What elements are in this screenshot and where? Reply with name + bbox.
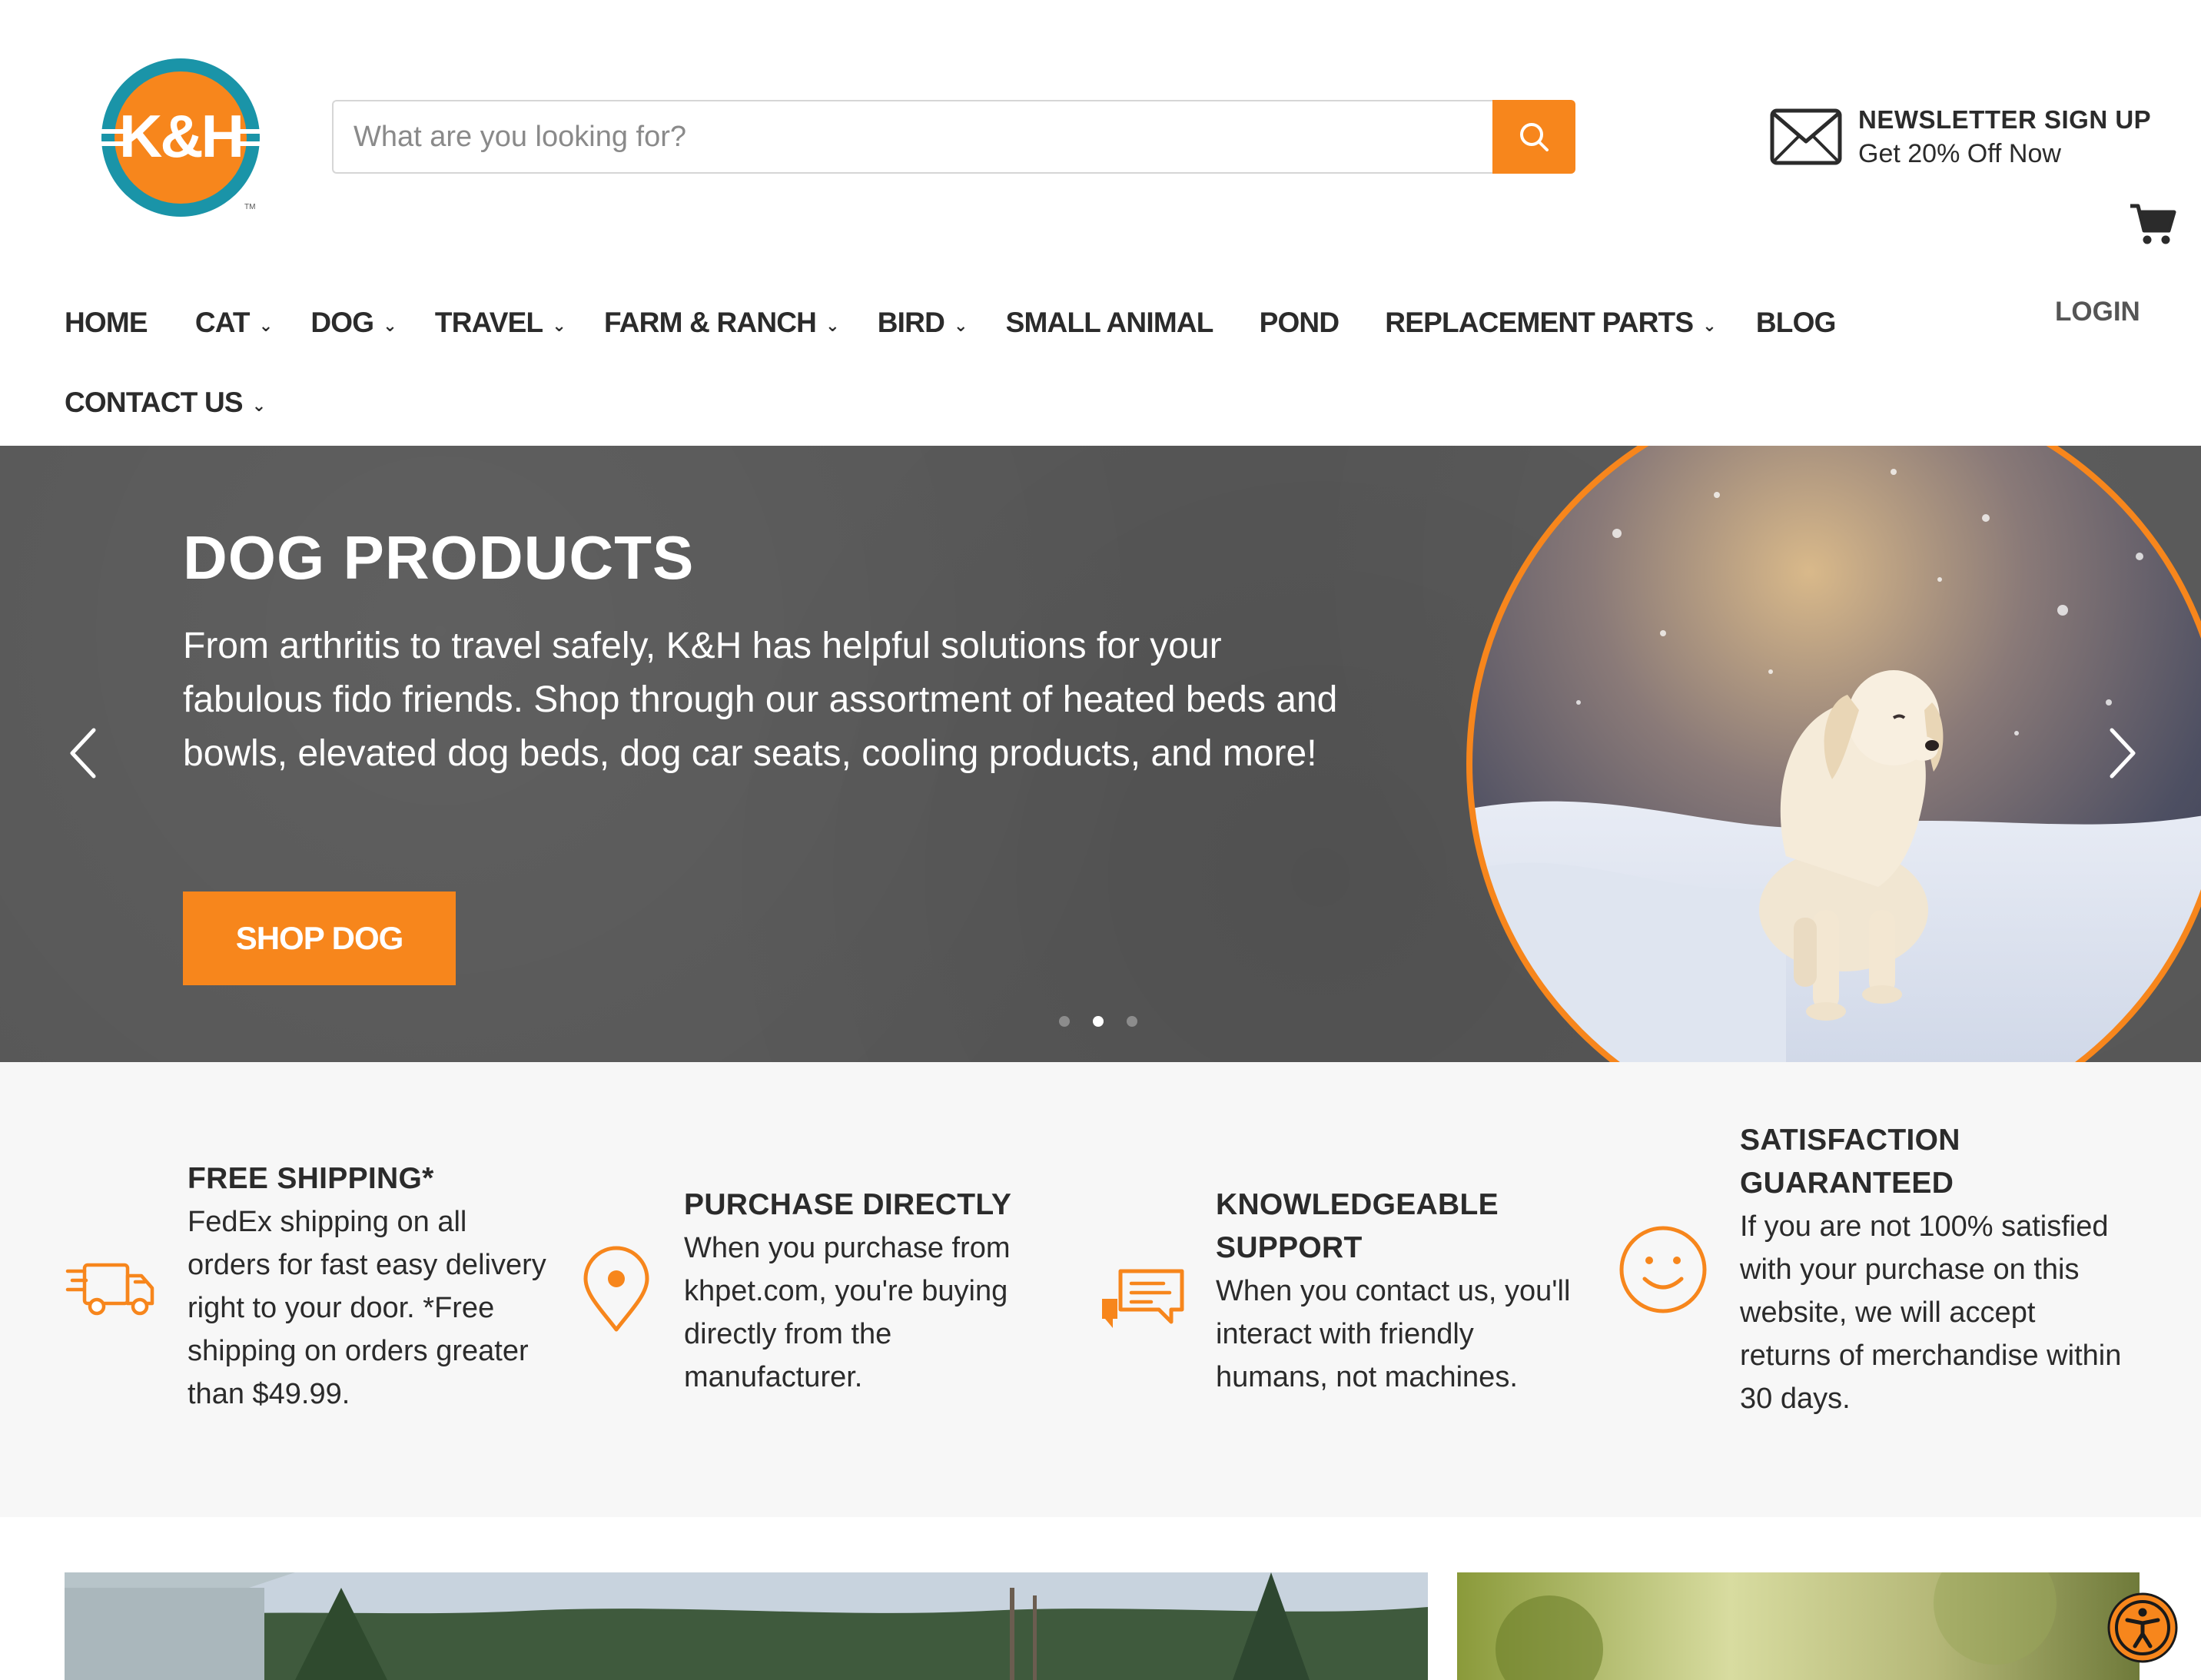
login-link[interactable]: LOGIN [2055,297,2140,327]
newsletter-signup[interactable]: NEWSLETTER SIGN UP Get 20% Off Now [1769,103,2151,171]
slider-dots [1059,1016,1137,1027]
feature-title: KNOWLEDGEABLE SUPPORT [1216,1188,1499,1264]
feature-satisfaction-guaranteed: SATISFACTION GUARANTEED If you are not 1… [1617,1119,2155,1420]
nav-blog[interactable]: BLOG [1756,307,1836,339]
hero-description: From arthritis to travel safely, K&H has… [183,626,1338,774]
chat-bubbles-icon [1102,1269,1184,1328]
nav-replacement-parts[interactable]: REPLACEMENT PARTS ⌄ [1385,307,1716,339]
main-nav: HOME CAT ⌄ DOG ⌄ TRAVEL ⌄ FARM & RANCH ⌄ BIR… [65,292,2140,354]
nav-dog[interactable]: DOG ⌄ [310,307,397,339]
feature-title: FREE SHIPPING* [188,1162,434,1195]
search-button[interactable] [1492,100,1575,174]
hero-title: DOG PRODUCTS [183,523,695,592]
feature-text: PURCHASE DIRECTLY When you purchase from… [684,1184,1045,1399]
nav-label: DOG [310,307,374,338]
cart-icon[interactable] [2129,201,2176,246]
logo-text: K&H [119,102,242,170]
shop-dog-button[interactable]: SHOP DOG [183,891,456,985]
slider-dot[interactable] [1127,1016,1137,1027]
nav-label: TRAVEL [434,307,543,338]
chevron-down-icon: ⌄ [825,316,839,335]
feature-body: When you contact us, you'll interact wit… [1216,1275,1571,1393]
chevron-down-icon: ⌄ [258,316,273,335]
truck-icon [65,1263,154,1316]
feature-body: FedEx shipping on all orders for fast ea… [188,1206,546,1410]
features-strip: FREE SHIPPING* FedEx shipping on all ord… [0,1062,2201,1517]
nav-label: BIRD [877,307,945,338]
nav-farm-ranch[interactable]: FARM & RANCH ⌄ [604,307,840,339]
feature-title: SATISFACTION GUARANTEED [1740,1124,1960,1200]
chevron-down-icon: ⌄ [383,316,397,335]
nav-label: CONTACT US [65,387,244,418]
feature-text: KNOWLEDGEABLE SUPPORT When you contact u… [1216,1184,1577,1399]
search-icon [1520,123,1549,151]
feature-text: FREE SHIPPING* FedEx shipping on all ord… [188,1157,549,1416]
feature-title: PURCHASE DIRECTLY [684,1188,1012,1221]
newsletter-subtitle: Get 20% Off Now [1858,139,2061,168]
slider-dot-active[interactable] [1093,1016,1104,1027]
hero-slider: DOG PRODUCTS From arthritis to travel sa… [0,446,2201,1062]
search-input[interactable] [332,100,1492,174]
promo-banner-outdoor[interactable] [65,1572,1428,1680]
chevron-right-icon[interactable] [2098,722,2144,784]
feature-free-shipping: FREE SHIPPING* FedEx shipping on all ord… [65,1157,556,1416]
slider-dot[interactable] [1059,1016,1070,1027]
nav-label: SMALL ANIMAL [1005,307,1214,338]
kh-logo[interactable]: K&H TM [98,55,263,220]
feature-body: If you are not 100% satisfied with your … [1740,1210,2122,1415]
chevron-left-icon[interactable] [61,722,108,784]
logo-trademark: TM [244,203,255,211]
feature-knowledgeable-support: KNOWLEDGEABLE SUPPORT When you contact u… [1097,1184,1582,1399]
feature-purchase-directly: PURCHASE DIRECTLY When you purchase from… [570,1184,1047,1399]
nav-label: HOME [65,307,148,338]
nav-pond[interactable]: POND [1260,307,1340,339]
map-pin-icon [583,1246,649,1332]
site-header: K&H TM NEWSLETTER SIGN UP Get 20% Off No… [0,0,2201,446]
mail-icon [1770,108,1842,165]
nav-label: BLOG [1755,307,1836,338]
chevron-down-icon: ⌄ [552,316,566,335]
newsletter-title: NEWSLETTER SIGN UP [1858,105,2152,134]
nav-travel[interactable]: TRAVEL ⌄ [435,307,566,339]
nav-contact-us[interactable]: CONTACT US ⌄ [65,387,266,419]
nav-small-animal[interactable]: SMALL ANIMAL [1005,307,1214,339]
nav-bird[interactable]: BIRD ⌄ [878,307,968,339]
feature-text: SATISFACTION GUARANTEED If you are not 1… [1740,1119,2124,1420]
nav-label: CAT [194,307,251,338]
promo-banner-garden[interactable] [1457,1572,2140,1680]
search-bar [332,100,1575,174]
nav-label: REPLACEMENT PARTS [1385,307,1694,338]
chevron-down-icon: ⌄ [251,396,266,415]
hero-dog-photo [1466,446,2201,1062]
nav-home[interactable]: HOME [65,307,148,339]
accessibility-icon[interactable] [2107,1592,2178,1663]
nav-label: FARM & RANCH [604,307,817,338]
chevron-down-icon: ⌄ [954,316,968,335]
main-nav-row-2: CONTACT US ⌄ [65,381,266,424]
smiley-icon [1619,1226,1707,1313]
nav-label: POND [1259,307,1340,338]
nav-cat[interactable]: CAT ⌄ [195,307,273,339]
chevron-down-icon: ⌄ [1702,316,1716,335]
feature-body: When you purchase from khpet.com, you're… [684,1232,1011,1393]
